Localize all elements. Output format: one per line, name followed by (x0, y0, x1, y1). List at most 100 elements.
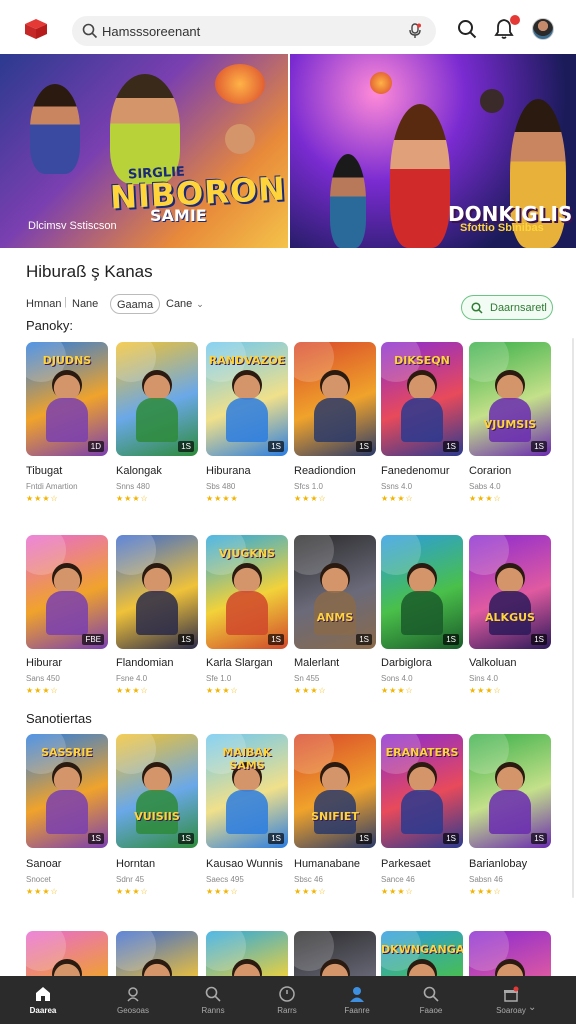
game-title[interactable]: Readiondion (294, 465, 384, 477)
hero-card-right[interactable]: DONKIGLIS Sfottio Sbinibas (290, 54, 576, 248)
game-tile[interactable]: SASSRIE 1S (26, 734, 108, 848)
bottom-nav: Daarea Geosoas Ranns Rarrs Faanre Faaoe Soaroa… (0, 976, 576, 1024)
game-title[interactable]: Hiburana (206, 465, 296, 477)
search-filter-button[interactable]: Daarnsaretl (461, 295, 553, 320)
hero-hand (225, 124, 255, 154)
chevron-down-icon[interactable]: ⌄ (528, 1002, 536, 1013)
game-subtitle: Sbs 480 (206, 482, 236, 491)
game-title[interactable]: Kalongak (116, 465, 206, 477)
tile-badge: 1S (356, 441, 372, 452)
game-subtitle: Sons 4.0 (381, 674, 413, 683)
game-title[interactable]: Tibugat (26, 465, 116, 477)
tile-art-text: VUISIIS (134, 810, 180, 823)
game-title[interactable]: Flandomian (116, 657, 206, 669)
mic-icon[interactable] (408, 23, 422, 39)
rating-stars: ★★★☆ (116, 686, 149, 695)
game-tile[interactable]: VJUGKNS 1S (206, 535, 288, 649)
notification-button[interactable] (494, 15, 520, 40)
game-tile[interactable]: ALKGUS 1S (469, 535, 551, 649)
game-title[interactable]: Hiburar (26, 657, 116, 669)
search-icon[interactable] (456, 18, 478, 40)
nav-item-gamepad[interactable]: Geosoas (104, 976, 162, 1024)
game-title[interactable]: Kausao Wunnis (206, 858, 296, 870)
hero-card-left[interactable]: SIRGLIE NIBORON SAMIE Dlcimsv Sstiscson (0, 54, 288, 248)
hero-character (390, 104, 450, 248)
game-title[interactable]: Darbiglora (381, 657, 471, 669)
nav-item-person[interactable]: Faanre (328, 976, 386, 1024)
hero-ball (480, 89, 504, 113)
character-head (495, 370, 525, 400)
game-title[interactable]: Fanedenomur (381, 465, 471, 477)
nav-item-search[interactable]: Ranns (184, 976, 242, 1024)
game-tile[interactable]: SNIFIET 1S (294, 734, 376, 848)
tile-badge: 1S (531, 833, 547, 844)
character-head (52, 563, 82, 593)
game-tile[interactable]: MAIBAK SAMS 1S (206, 734, 288, 848)
tile-badge: 1S (178, 634, 194, 645)
character-body (46, 591, 88, 635)
tile-badge: 1S (531, 441, 547, 452)
game-tile[interactable]: DIKSEQN 1S (381, 342, 463, 456)
game-subtitle: Sins 4.0 (469, 674, 498, 683)
game-title[interactable]: Horntan (116, 858, 206, 870)
subhead-popular: Panoky: (26, 318, 73, 333)
tile-badge: 1S (443, 634, 459, 645)
nav-item-clock[interactable]: Rarrs (258, 976, 316, 1024)
game-tile[interactable]: 1S (116, 342, 198, 456)
tile-art-text: ANMS (316, 611, 354, 624)
character-head (142, 762, 172, 792)
nav-item-gift[interactable]: Soaroay (482, 976, 540, 1024)
gift-icon (502, 985, 520, 1003)
rating-stars: ★★★☆ (26, 887, 59, 896)
game-subtitle: Sance 46 (381, 875, 415, 884)
game-title[interactable]: Barianlobay (469, 858, 559, 870)
tile-art-text: MAIBAK SAMS (222, 746, 272, 772)
search-bar[interactable] (72, 16, 436, 46)
rating-stars: ★★★☆ (206, 686, 239, 695)
scrollbar[interactable] (572, 338, 574, 898)
hero-left-caption: Dlcimsv Sstiscson (28, 220, 117, 232)
nav-item-home[interactable]: Daarea (14, 976, 72, 1024)
character-body (226, 790, 268, 834)
search-icon (422, 985, 440, 1003)
game-subtitle: Sdnr 45 (116, 875, 145, 884)
game-tile[interactable]: 1S (469, 734, 551, 848)
game-tile[interactable]: DJUDNS 1D (26, 342, 108, 456)
game-tile[interactable]: FBE (26, 535, 108, 649)
game-title[interactable]: Sanoar (26, 858, 116, 870)
hero-left-subtitle: SAMIE (150, 206, 207, 225)
character-head (232, 370, 262, 400)
filter-chip-selected[interactable]: Gaama (110, 294, 161, 314)
game-tile[interactable]: VUISIIS 1S (116, 734, 198, 848)
rating-stars: ★★★☆ (116, 887, 149, 896)
sort-dropdown[interactable]: Cane ⌄ (160, 294, 210, 314)
filter-chip[interactable]: Hmnan (20, 294, 67, 314)
game-tile[interactable]: ERANATERS 1S (381, 734, 463, 848)
game-tile[interactable]: VJUMSIS 1S (469, 342, 551, 456)
search-filter-label: Daarnsaretl (490, 301, 547, 314)
game-tile[interactable]: RANDVAZOE 1S (206, 342, 288, 456)
tile-badge: 1S (178, 833, 194, 844)
game-title[interactable]: Valkoluan (469, 657, 559, 669)
character-body (136, 398, 178, 442)
tile-badge: 1D (87, 441, 104, 452)
game-title[interactable]: Humanabane (294, 858, 384, 870)
game-tile[interactable]: 1S (116, 535, 198, 649)
tile-art-text: DIKSEQN (394, 354, 450, 367)
nav-item-search[interactable]: Faaoe (402, 976, 460, 1024)
filter-chip[interactable]: Nane (66, 294, 104, 314)
character-body (401, 591, 443, 635)
search-input[interactable] (102, 21, 392, 41)
game-tile[interactable]: 1S (294, 342, 376, 456)
game-title[interactable]: Corarion (469, 465, 559, 477)
game-title[interactable]: Parkesaet (381, 858, 471, 870)
game-subtitle: Fntdi Amartion (26, 482, 78, 491)
box-logo-icon[interactable] (24, 18, 48, 40)
game-title[interactable]: Malerlant (294, 657, 384, 669)
game-tile[interactable]: ANMS 1S (294, 535, 376, 649)
hero-banner[interactable]: SIRGLIE NIBORON SAMIE Dlcimsv Sstiscson … (0, 54, 576, 248)
game-subtitle: Snocet (26, 875, 51, 884)
game-tile[interactable]: 1S (381, 535, 463, 649)
avatar[interactable] (532, 18, 554, 40)
game-title[interactable]: Karla Slargan (206, 657, 296, 669)
